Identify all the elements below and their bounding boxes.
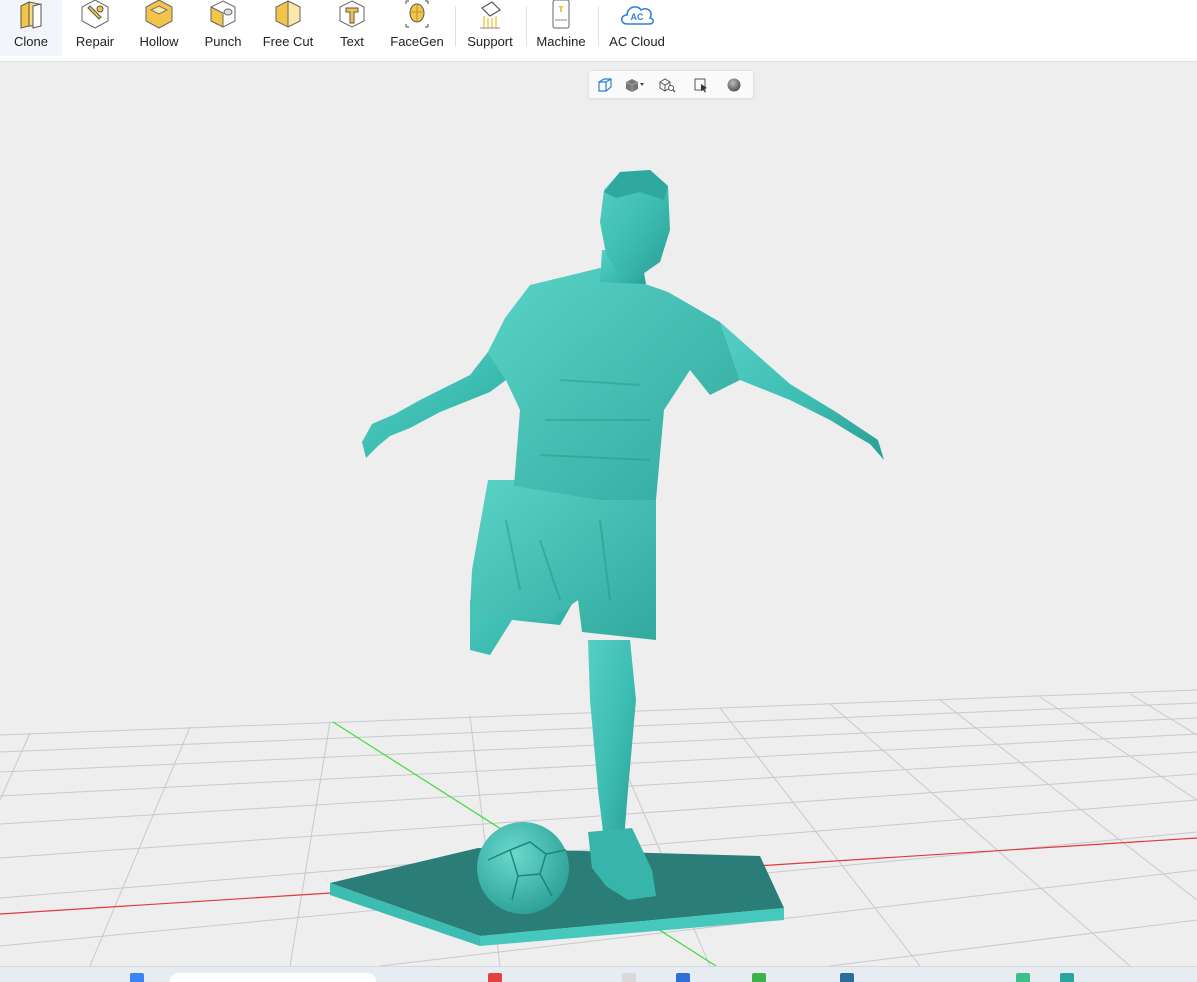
toolbar-separator — [526, 6, 527, 46]
ac-cloud-button[interactable]: AC AC Cloud — [604, 0, 670, 56]
svg-text:AC: AC — [631, 12, 644, 22]
punch-button[interactable]: Punch — [192, 0, 254, 56]
free-cut-icon — [275, 0, 301, 28]
clone-button[interactable]: Clone — [0, 0, 62, 56]
soccer-ball-model[interactable] — [477, 822, 569, 914]
repair-button[interactable]: Repair — [64, 0, 126, 56]
repair-icon — [81, 0, 109, 29]
viewport-canvas[interactable] — [0, 62, 1197, 966]
support-button[interactable]: Support — [459, 0, 521, 56]
machine-button[interactable]: Machine — [530, 0, 592, 56]
support-icon — [480, 1, 501, 29]
main-toolbar: Clone Repair Hollow Punch Free Cut Text … — [0, 0, 1197, 62]
facegen-button[interactable]: FaceGen — [386, 0, 448, 56]
free-cut-button[interactable]: Free Cut — [257, 0, 319, 56]
os-taskbar — [0, 966, 1197, 982]
hollow-button[interactable]: Hollow — [128, 0, 190, 56]
toolbar-separator — [455, 6, 456, 46]
facegen-icon — [405, 0, 429, 28]
3d-viewport[interactable] — [0, 62, 1197, 966]
clone-icon — [20, 1, 42, 29]
player-model[interactable] — [362, 170, 884, 914]
toolbar-separator — [598, 6, 599, 46]
text-button[interactable]: Text — [321, 0, 383, 56]
punch-icon — [210, 0, 236, 28]
machine-icon — [552, 0, 570, 29]
hollow-icon — [145, 0, 173, 29]
text-icon — [339, 0, 365, 28]
ac-cloud-icon: AC — [621, 6, 654, 25]
